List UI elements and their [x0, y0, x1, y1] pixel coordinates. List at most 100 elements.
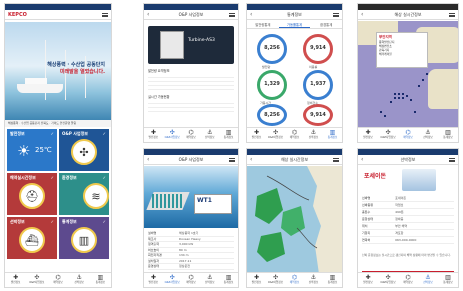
- nav-item[interactable]: ▥ 통계정보: [324, 129, 341, 140]
- nav-label: 통계정보: [327, 281, 338, 284]
- nav-item[interactable]: ⌬ 해역정보: [286, 274, 303, 285]
- nav-item[interactable]: ⌬ 해역정보: [286, 129, 303, 140]
- table-row: 연락처 063-000-0000: [362, 237, 454, 244]
- nav-label: O&P사업정보: [267, 136, 284, 139]
- tile-statistics[interactable]: 통계정보 ✓ ▥: [59, 217, 109, 259]
- turbine-array: [152, 194, 182, 208]
- back-arrow-icon[interactable]: ‹: [361, 155, 363, 165]
- nav-item[interactable]: ✚ 발전정보: [360, 129, 377, 140]
- row-key: 허브높이: [148, 247, 160, 252]
- nav-item[interactable]: ✣ O&P사업정보: [28, 274, 45, 285]
- nav-item[interactable]: ✣ O&P사업정보: [267, 274, 284, 285]
- tile-generation-info[interactable]: 발전정보 ✓ ☀ 25℃: [7, 129, 57, 171]
- nav-item[interactable]: ⌬ 해역정보: [182, 129, 199, 140]
- nav-label: 선박정보: [423, 136, 433, 139]
- nav-item[interactable]: ⌬ 해역정보: [400, 129, 417, 140]
- screen-title: 해상 실시간정보: [394, 12, 422, 17]
- screen-title: O&P 사업정보: [178, 12, 204, 17]
- notice-strip[interactable]: 해상풍력 · 수산업 공동단지 전북도 · 가이드 안전운영 알림: [5, 120, 111, 127]
- nav-item[interactable]: ⚓ 선박정보: [305, 274, 322, 285]
- nav-label: 선박정보: [74, 281, 84, 284]
- row-key: 제조사: [148, 236, 157, 241]
- nav-item[interactable]: ✣ O&P사업정보: [164, 274, 181, 285]
- nav-item[interactable]: ▥ 통계정보: [440, 274, 457, 285]
- wind-farm-3d-view[interactable]: WT1: [144, 166, 238, 228]
- nav-label: 발전정보: [148, 281, 159, 284]
- hamburger-menu-icon[interactable]: [333, 158, 339, 162]
- nav-item[interactable]: ✚ 발전정보: [7, 274, 24, 285]
- cable-line: [296, 227, 318, 249]
- nav-item[interactable]: ⚓ 선박정보: [201, 129, 218, 140]
- nav-item[interactable]: ✚ 발전정보: [248, 129, 265, 140]
- nav-label: 통계정보: [95, 281, 106, 284]
- back-arrow-icon[interactable]: ‹: [147, 10, 149, 20]
- back-arrow-icon[interactable]: ‹: [361, 10, 363, 20]
- tile-onp-business[interactable]: O&P 사업정보 ✓ ✣: [59, 129, 109, 171]
- gauge-3: 1,329: [257, 70, 287, 100]
- tile-title: 해역실시간정보: [10, 175, 36, 180]
- gauge-5: 8,256: [257, 104, 287, 126]
- tab-environment[interactable]: 환경통계: [310, 21, 342, 28]
- nav-item[interactable]: ⚓ 선박정보: [420, 129, 437, 140]
- tile-vessel[interactable]: 선박정보 ✓ ⛴: [7, 217, 57, 259]
- nav-item[interactable]: ▥ 통계정보: [92, 274, 109, 285]
- nav-item[interactable]: ▥ 통계정보: [220, 274, 237, 285]
- hamburger-menu-icon[interactable]: [333, 13, 339, 17]
- bottom-nav: ✚ 발전정보 ✣ O&P사업정보 ⌬ 해역정보 ⚓ 선박정보 ▥ 통계정보: [144, 272, 238, 287]
- back-arrow-icon[interactable]: ‹: [250, 10, 252, 20]
- nav-item[interactable]: ⌬ 해역정보: [182, 274, 199, 285]
- tile-environment[interactable]: 환경정보 ✓ ≋: [59, 173, 109, 215]
- zone-map[interactable]: [247, 166, 342, 272]
- app-header: ‹ 해상 실시간정보: [358, 10, 458, 20]
- back-arrow-icon[interactable]: ‹: [147, 155, 149, 165]
- nav-item[interactable]: ✚ 발전정보: [248, 274, 265, 285]
- nav-label: 통계정보: [223, 281, 234, 284]
- nav-item[interactable]: ▥ 통계정보: [324, 274, 341, 285]
- nav-item[interactable]: ⚓ 선박정보: [201, 274, 218, 285]
- bottom-nav: ✚ 발전정보 ✣ O&P사업정보 ⌬ 해역정보 ⚓ 선박정보 ▥ 통계정보: [144, 127, 238, 142]
- nav-item[interactable]: ✚ 발전정보: [145, 129, 162, 140]
- nav-item[interactable]: ✚ 발전정보: [360, 274, 377, 285]
- land-area: [428, 69, 458, 109]
- turbine-card[interactable]: Turbine-AS3: [148, 26, 234, 64]
- nav-item[interactable]: ✚ 발전정보: [145, 274, 162, 285]
- nav-label: 발전정보: [251, 136, 262, 139]
- hero-headline: 해상풍력 · 수산업 공동단지 미래발을 열었습니다.: [47, 62, 105, 75]
- tab-operation[interactable]: 가동률통계: [278, 21, 311, 28]
- tab-generation[interactable]: 발전량통계: [247, 21, 279, 28]
- nav-item[interactable]: ▥ 통계정보: [220, 129, 237, 140]
- bottom-nav: ✚ 발전정보 ✣ O&P사업정보 ⌬ 해역정보 ⚓ 선박정보 ▥ 통계정보: [5, 272, 111, 287]
- nav-label: O&P사업정보: [380, 281, 396, 284]
- nav-item[interactable]: ✣ O&P사업정보: [267, 129, 284, 140]
- table-row: 선박종류 작업선: [362, 202, 454, 209]
- vessel-table: 선박명 포세이돈 선박종류 작업선 총톤수 499톤 운항상태 정박중 위치 부안 해역 …: [362, 195, 454, 244]
- phone-statistics: ‹ 통계정보 발전량통계 가동률통계 환경통계 8,256 발전량 9,914 이…: [246, 3, 343, 143]
- nav-label: 통계정보: [223, 136, 234, 139]
- nav-item[interactable]: ✣ O&P사업정보: [380, 274, 397, 285]
- nav-item[interactable]: ⚓ 선박정보: [420, 274, 437, 285]
- nav-label: 해역정보: [186, 281, 196, 284]
- hamburger-menu-icon[interactable]: [229, 158, 235, 162]
- hamburger-menu-icon[interactable]: [449, 13, 455, 17]
- turbine-id: WT1: [197, 197, 212, 204]
- hamburger-menu-icon[interactable]: [102, 13, 108, 17]
- row-value: 정박중: [395, 217, 404, 221]
- app-header: ‹ 해상 실시간정보: [247, 155, 342, 165]
- nav-item[interactable]: ⌬ 해역정보: [49, 274, 66, 285]
- nav-item[interactable]: ⚓ 선박정보: [305, 129, 322, 140]
- nav-item[interactable]: ✣ O&P사업정보: [380, 129, 397, 140]
- hamburger-menu-icon[interactable]: [449, 158, 455, 162]
- nav-label: 해역정보: [289, 281, 300, 284]
- back-arrow-icon[interactable]: ‹: [250, 155, 252, 165]
- vessel-name-heading: 포세이돈: [364, 173, 387, 180]
- row-value: 80 m: [178, 247, 187, 252]
- hamburger-menu-icon[interactable]: [229, 13, 235, 17]
- nav-item[interactable]: ⌬ 해역정보: [400, 274, 417, 285]
- nav-item[interactable]: ⚓ 선박정보: [71, 274, 88, 285]
- tile-sea-realtime[interactable]: 해역실시간정보 ✓ ⛑: [7, 173, 57, 215]
- nav-label: 발전정보: [363, 281, 373, 284]
- bottom-nav: ✚ 발전정보 ✣ O&P사업정보 ⌬ 해역정보 ⚓ 선박정보 ▥ 통계정보: [358, 272, 458, 287]
- nav-item[interactable]: ▥ 통계정보: [440, 129, 457, 140]
- check-icon: ✓: [50, 131, 54, 136]
- nav-item[interactable]: ✣ O&P사업정보: [164, 129, 181, 140]
